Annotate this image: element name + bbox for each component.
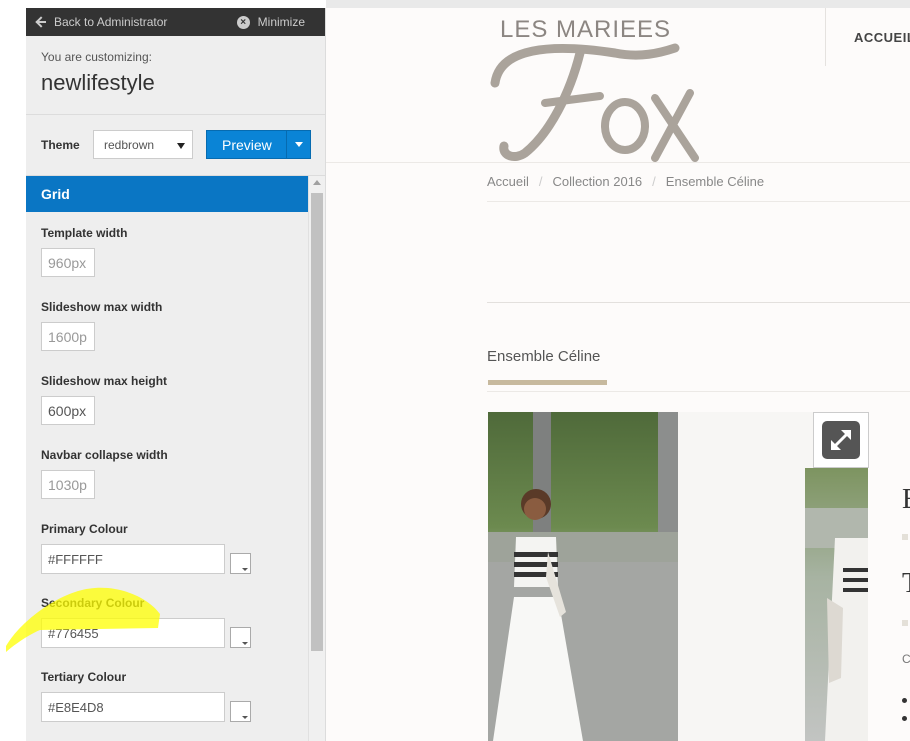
field-label: Secondary Colour: [41, 596, 145, 610]
slideshow-max-height-input[interactable]: 600px: [41, 396, 95, 425]
secondary-colour-row: #776455: [41, 618, 251, 648]
gallery-expand-button[interactable]: [813, 412, 869, 468]
nav-item-accueil[interactable]: ACCUEIL: [854, 30, 910, 45]
logo-script-mark: [490, 43, 699, 162]
field-label: Slideshow max width: [41, 300, 163, 314]
list-bullet: [902, 716, 907, 721]
tertiary-colour-input[interactable]: #E8E4D8: [41, 692, 225, 722]
photo-main-illustration: [488, 412, 678, 741]
product-gallery: [488, 412, 869, 741]
left-gutter: [0, 0, 26, 741]
breadcrumb-item-accueil[interactable]: Accueil: [487, 174, 529, 189]
slideshow-max-width-input[interactable]: 1600p: [41, 322, 95, 351]
customizer-panel: Back to Administrator × Minimize You are…: [26, 8, 326, 741]
product-photo-main[interactable]: [488, 412, 678, 741]
theme-select[interactable]: redbrown: [93, 130, 193, 159]
top-strip: [326, 0, 910, 8]
title-underline: [488, 380, 607, 385]
back-to-admin-link[interactable]: Back to Administrator: [36, 15, 167, 29]
nav-divider: [825, 8, 826, 66]
cut-divider-1: [902, 534, 908, 540]
close-circle-icon: ×: [236, 15, 250, 29]
primary-colour-row: #FFFFFF: [41, 544, 251, 574]
panel-top-bar: Back to Administrator × Minimize: [26, 8, 325, 36]
section-header-grid[interactable]: Grid: [26, 176, 308, 212]
theme-row: Theme redbrown Preview: [26, 115, 325, 176]
preview-button[interactable]: Preview: [206, 130, 311, 159]
product-photo-secondary[interactable]: [805, 468, 868, 741]
primary-colour-input[interactable]: #FFFFFF: [41, 544, 225, 574]
panel-scrollbar[interactable]: [308, 176, 325, 741]
customizing-info: You are customizing: newlifestyle: [26, 36, 325, 115]
expand-icon: [822, 421, 860, 459]
list-bullet: [902, 698, 907, 703]
field-label: Slideshow max height: [41, 374, 168, 388]
minimize-label: Minimize: [257, 15, 305, 29]
customizer-window: Back to Administrator × Minimize You are…: [0, 0, 910, 741]
site-logo[interactable]: LES MARIEES: [490, 8, 705, 163]
cut-text-line: C: [902, 652, 910, 666]
breadcrumb-item-current: Ensemble Céline: [665, 174, 765, 189]
minimize-button[interactable]: × Minimize: [236, 15, 305, 29]
breadcrumb-separator: /: [538, 174, 543, 189]
theme-select-value: redbrown: [104, 138, 155, 152]
title-rule: [487, 391, 910, 392]
site-preview: LES MARIEES ACCUEIL Accueil / Collection…: [326, 8, 910, 741]
field-slideshow-max-height: Slideshow max height 600px: [41, 374, 167, 425]
customizing-label: You are customizing:: [41, 50, 152, 64]
navbar-collapse-width-input[interactable]: 1030p: [41, 470, 95, 499]
breadcrumb-rule: [487, 201, 910, 202]
back-to-admin-label: Back to Administrator: [54, 15, 168, 29]
tertiary-colour-row: #E8E4D8: [41, 692, 251, 722]
secondary-colour-input[interactable]: #776455: [41, 618, 225, 648]
primary-colour-picker[interactable]: [230, 553, 251, 574]
field-primary-colour: Primary Colour #FFFFFF: [41, 522, 251, 574]
field-slideshow-max-width: Slideshow max width 1600p: [41, 300, 162, 351]
field-label: Primary Colour: [41, 522, 128, 536]
cut-heading-2: T: [902, 568, 910, 600]
field-secondary-colour: Secondary Colour #776455: [41, 596, 251, 648]
field-label: Tertiary Colour: [41, 670, 127, 684]
cut-heading-1: E: [902, 484, 910, 516]
theme-label: Theme: [41, 138, 80, 152]
field-navbar-collapse-width: Navbar collapse width 1030p: [41, 448, 168, 499]
site-name: newlifestyle: [41, 70, 155, 95]
breadcrumb-item-collection[interactable]: Collection 2016: [553, 174, 643, 189]
field-tertiary-colour: Tertiary Colour #E8E4D8: [41, 670, 251, 722]
product-title: Ensemble Céline: [487, 348, 601, 365]
field-template-width: Template width 960px: [41, 226, 127, 277]
breadcrumb-separator: /: [652, 174, 656, 189]
content-rule: [487, 302, 910, 303]
template-width-input[interactable]: 960px: [41, 248, 95, 277]
secondary-colour-picker[interactable]: [230, 627, 251, 648]
expand-icon-glyph: [830, 429, 852, 451]
cut-divider-2: [902, 620, 908, 626]
photo-secondary-illustration: [805, 508, 868, 741]
chevron-down-icon: [177, 143, 185, 149]
scrollbar-thumb[interactable]: [311, 193, 323, 651]
field-label: Navbar collapse width: [41, 448, 168, 462]
field-label: Template width: [41, 226, 128, 240]
arrow-left-icon: [36, 17, 46, 27]
tertiary-colour-picker[interactable]: [230, 701, 251, 722]
preview-button-label: Preview: [222, 137, 272, 153]
preview-dropdown-toggle[interactable]: [286, 131, 310, 158]
scroll-up-icon[interactable]: [313, 180, 321, 185]
header-rule: [326, 162, 910, 163]
breadcrumb: Accueil / Collection 2016 / Ensemble Cél…: [487, 174, 764, 189]
